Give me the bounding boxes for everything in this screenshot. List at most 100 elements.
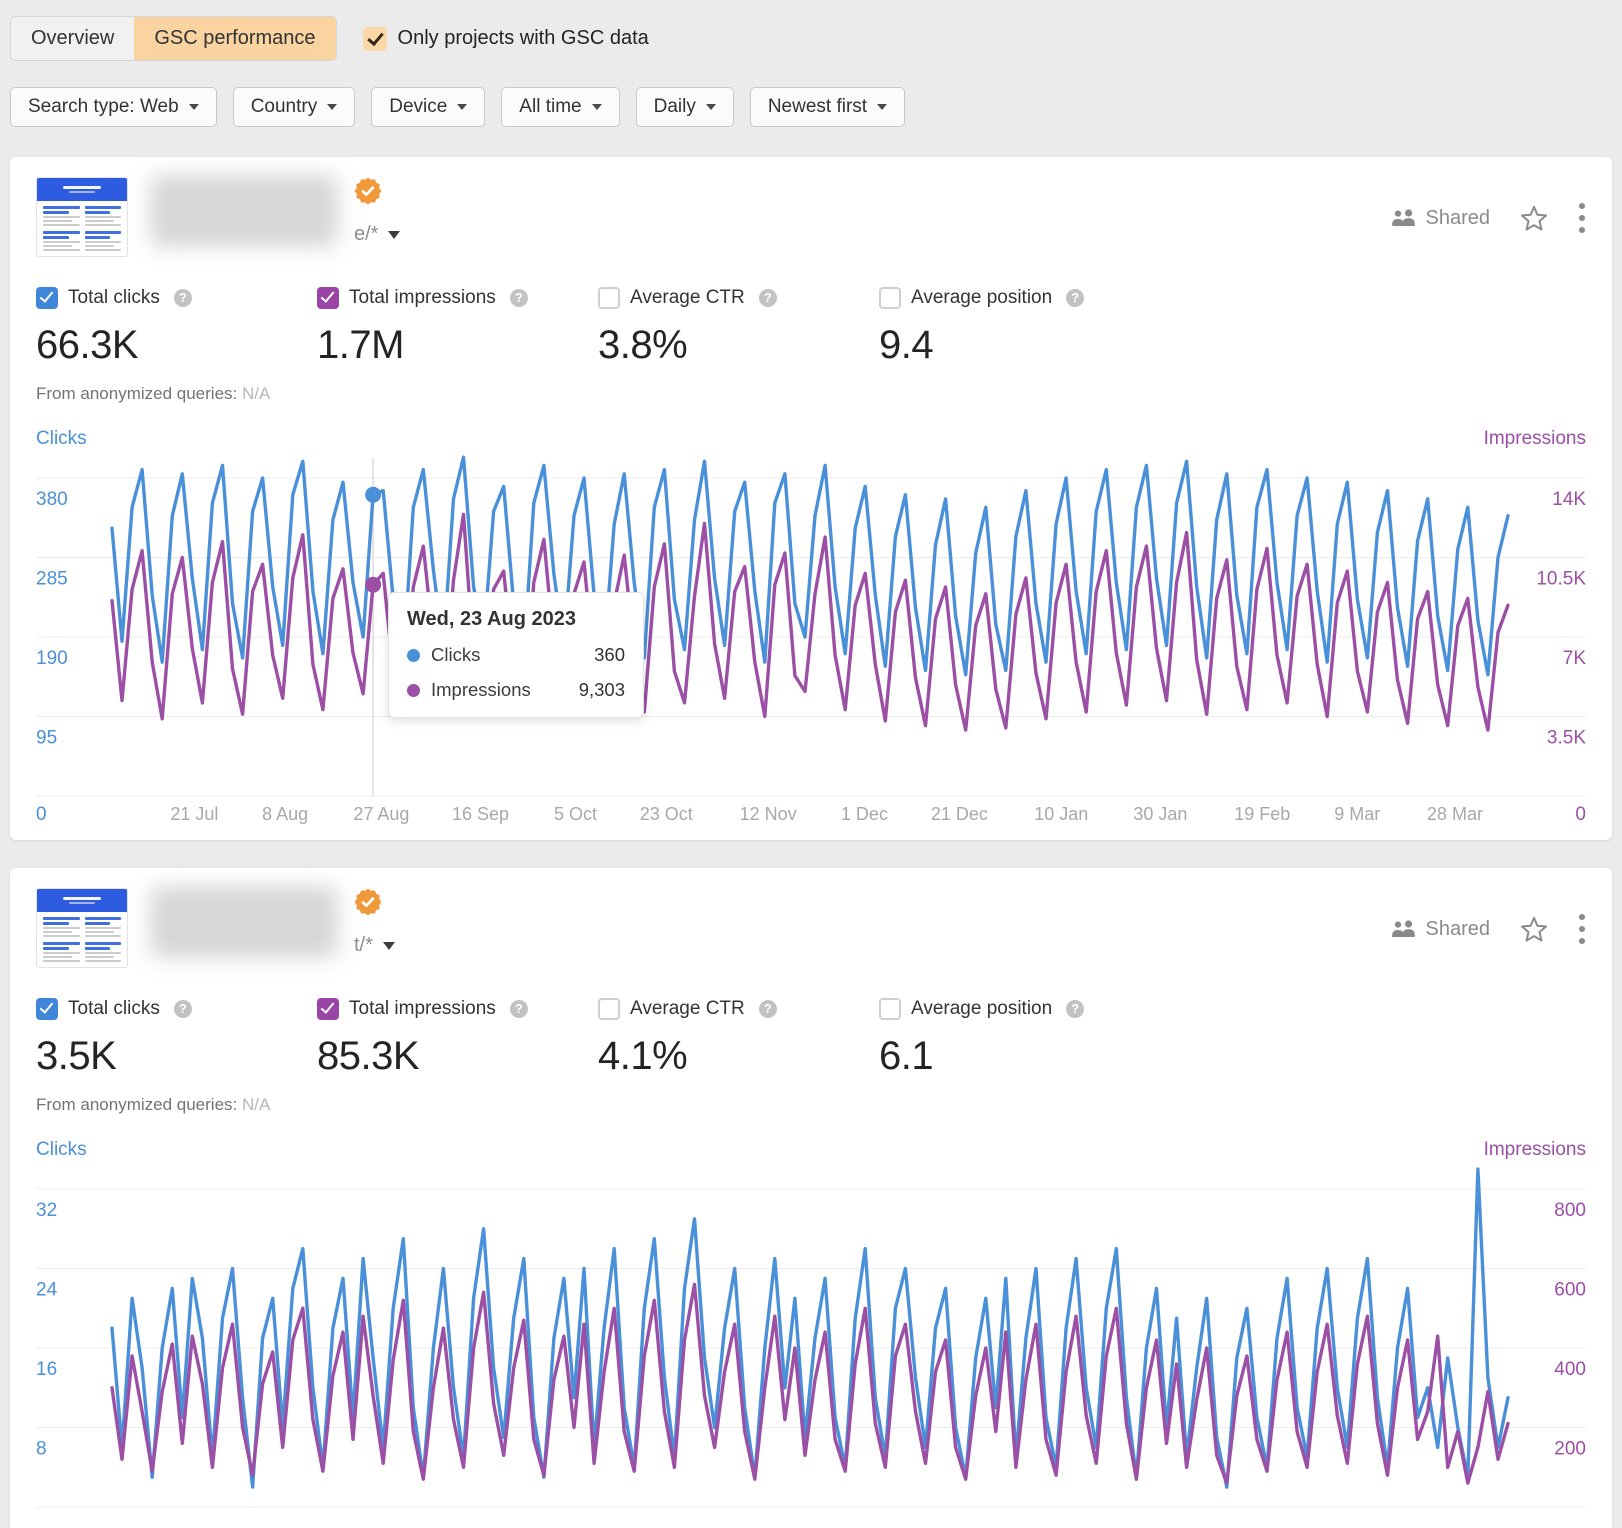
filter-sort-order[interactable]: Newest first — [750, 87, 905, 127]
project-url-dropdown[interactable]: e/* — [354, 223, 400, 246]
svg-text:8 Aug: 8 Aug — [262, 804, 308, 824]
project-thumbnail[interactable] — [36, 177, 128, 257]
impressions-axis-title: Impressions — [1484, 428, 1586, 454]
svg-text:8: 8 — [36, 1439, 47, 1460]
more-options-button[interactable] — [1578, 912, 1586, 946]
metric-value: 85.3K — [317, 1034, 598, 1079]
help-icon[interactable]: ? — [510, 289, 528, 307]
metric-total-clicks: Total clicks ? 66.3K — [36, 287, 317, 368]
impressions-axis-title: Impressions — [1484, 1139, 1586, 1165]
view-tabs: Overview GSC performance — [10, 16, 337, 61]
only-gsc-checkbox-group: Only projects with GSC data — [363, 27, 649, 51]
metric-value: 6.1 — [879, 1034, 1084, 1079]
svg-text:0: 0 — [36, 804, 47, 825]
svg-text:24: 24 — [36, 1280, 58, 1301]
metric-average-position: Average position ? 6.1 — [879, 998, 1084, 1079]
svg-text:5 Oct: 5 Oct — [554, 804, 597, 824]
metric-label: Average CTR — [630, 998, 745, 1020]
svg-text:16 Sep: 16 Sep — [452, 804, 509, 824]
star-icon — [1520, 916, 1548, 943]
filter-date-range[interactable]: All time — [501, 87, 619, 127]
svg-text:28 Mar: 28 Mar — [1427, 804, 1483, 824]
clicks-axis-title: Clicks — [36, 1139, 87, 1165]
help-icon[interactable]: ? — [759, 1000, 777, 1018]
anonymized-queries-row: From anonymized queries: N/A — [36, 1095, 1586, 1115]
metrics-row: Total clicks ? 66.3K Total impressions ?… — [36, 287, 1586, 368]
verified-badge-icon — [354, 177, 382, 205]
tooltip-date: Wed, 23 Aug 2023 — [407, 608, 625, 631]
svg-text:3.5K: 3.5K — [1547, 728, 1586, 749]
more-options-button[interactable] — [1578, 201, 1586, 235]
svg-text:9 Mar: 9 Mar — [1334, 804, 1380, 824]
metric-value: 1.7M — [317, 323, 598, 368]
project-name-blurred — [150, 886, 338, 958]
svg-text:14K: 14K — [1552, 489, 1586, 510]
svg-text:285: 285 — [36, 569, 68, 590]
kebab-menu-icon — [1578, 912, 1586, 946]
project-card: t/* Shared — [10, 868, 1612, 1528]
tab-gsc-performance[interactable]: GSC performance — [134, 17, 335, 60]
performance-chart: Clicks Impressions 3802851909514K10.5K7K… — [36, 428, 1586, 830]
clicks-impressions-chart[interactable]: 3802851909514K10.5K7K3.5K0021 Jul8 Aug27… — [36, 454, 1586, 830]
favorite-star-button[interactable] — [1520, 205, 1548, 232]
average-position-checkbox[interactable] — [879, 998, 901, 1020]
filter-device[interactable]: Device — [371, 87, 485, 127]
svg-text:21 Jul: 21 Jul — [170, 804, 218, 824]
project-url-dropdown[interactable]: t/* — [354, 934, 395, 957]
svg-text:10.5K: 10.5K — [1536, 569, 1586, 590]
project-thumbnail[interactable] — [36, 888, 128, 968]
average-ctr-checkbox[interactable] — [598, 287, 620, 309]
filters-row: Search type: Web Country Device All time… — [10, 87, 1612, 127]
shared-button[interactable]: Shared — [1391, 207, 1491, 230]
help-icon[interactable]: ? — [510, 1000, 528, 1018]
metric-label: Total impressions — [349, 998, 496, 1020]
svg-text:0: 0 — [1575, 804, 1586, 825]
total-clicks-checkbox[interactable] — [36, 998, 58, 1020]
project-card: e/* Shared — [10, 157, 1612, 840]
metric-total-impressions: Total impressions ? 85.3K — [317, 998, 598, 1079]
metric-average-position: Average position ? 9.4 — [879, 287, 1084, 368]
total-clicks-checkbox[interactable] — [36, 287, 58, 309]
total-impressions-checkbox[interactable] — [317, 287, 339, 309]
shared-button[interactable]: Shared — [1391, 918, 1491, 941]
metric-label: Average CTR — [630, 287, 745, 309]
thumbnail-site-header — [37, 178, 127, 201]
average-position-checkbox[interactable] — [879, 287, 901, 309]
chevron-down-icon — [592, 104, 602, 110]
chevron-down-icon — [189, 104, 199, 110]
svg-text:12 Nov: 12 Nov — [740, 804, 797, 824]
metric-value: 66.3K — [36, 323, 317, 368]
project-url-suffix: t/* — [354, 934, 373, 957]
tab-overview[interactable]: Overview — [11, 17, 134, 60]
help-icon[interactable]: ? — [1066, 1000, 1084, 1018]
help-icon[interactable]: ? — [1066, 289, 1084, 307]
svg-text:27 Aug: 27 Aug — [353, 804, 409, 824]
filter-granularity[interactable]: Daily — [636, 87, 734, 127]
chevron-down-icon — [383, 942, 395, 950]
chevron-down-icon — [706, 104, 716, 110]
kebab-menu-icon — [1578, 201, 1586, 235]
clicks-impressions-chart[interactable]: 3224168800600400200 — [36, 1165, 1586, 1528]
svg-text:400: 400 — [1554, 1359, 1586, 1380]
total-impressions-checkbox[interactable] — [317, 998, 339, 1020]
only-gsc-checkbox[interactable] — [363, 27, 387, 51]
filter-country[interactable]: Country — [233, 87, 356, 127]
help-icon[interactable]: ? — [174, 289, 192, 307]
metric-label: Average position — [911, 998, 1052, 1020]
filter-search-type[interactable]: Search type: Web — [10, 87, 217, 127]
help-icon[interactable]: ? — [174, 1000, 192, 1018]
average-ctr-checkbox[interactable] — [598, 998, 620, 1020]
svg-text:21 Dec: 21 Dec — [931, 804, 988, 824]
anonymized-queries-row: From anonymized queries: N/A — [36, 384, 1586, 404]
page-header: Overview GSC performance Only projects w… — [0, 0, 1622, 127]
metric-value: 9.4 — [879, 323, 1084, 368]
svg-text:380: 380 — [36, 489, 68, 510]
metric-average-ctr: Average CTR ? 3.8% — [598, 287, 879, 368]
help-icon[interactable]: ? — [759, 289, 777, 307]
svg-text:30 Jan: 30 Jan — [1133, 804, 1187, 824]
star-icon — [1520, 205, 1548, 232]
metric-total-impressions: Total impressions ? 1.7M — [317, 287, 598, 368]
metric-value: 3.8% — [598, 323, 879, 368]
favorite-star-button[interactable] — [1520, 916, 1548, 943]
metric-value: 4.1% — [598, 1034, 879, 1079]
